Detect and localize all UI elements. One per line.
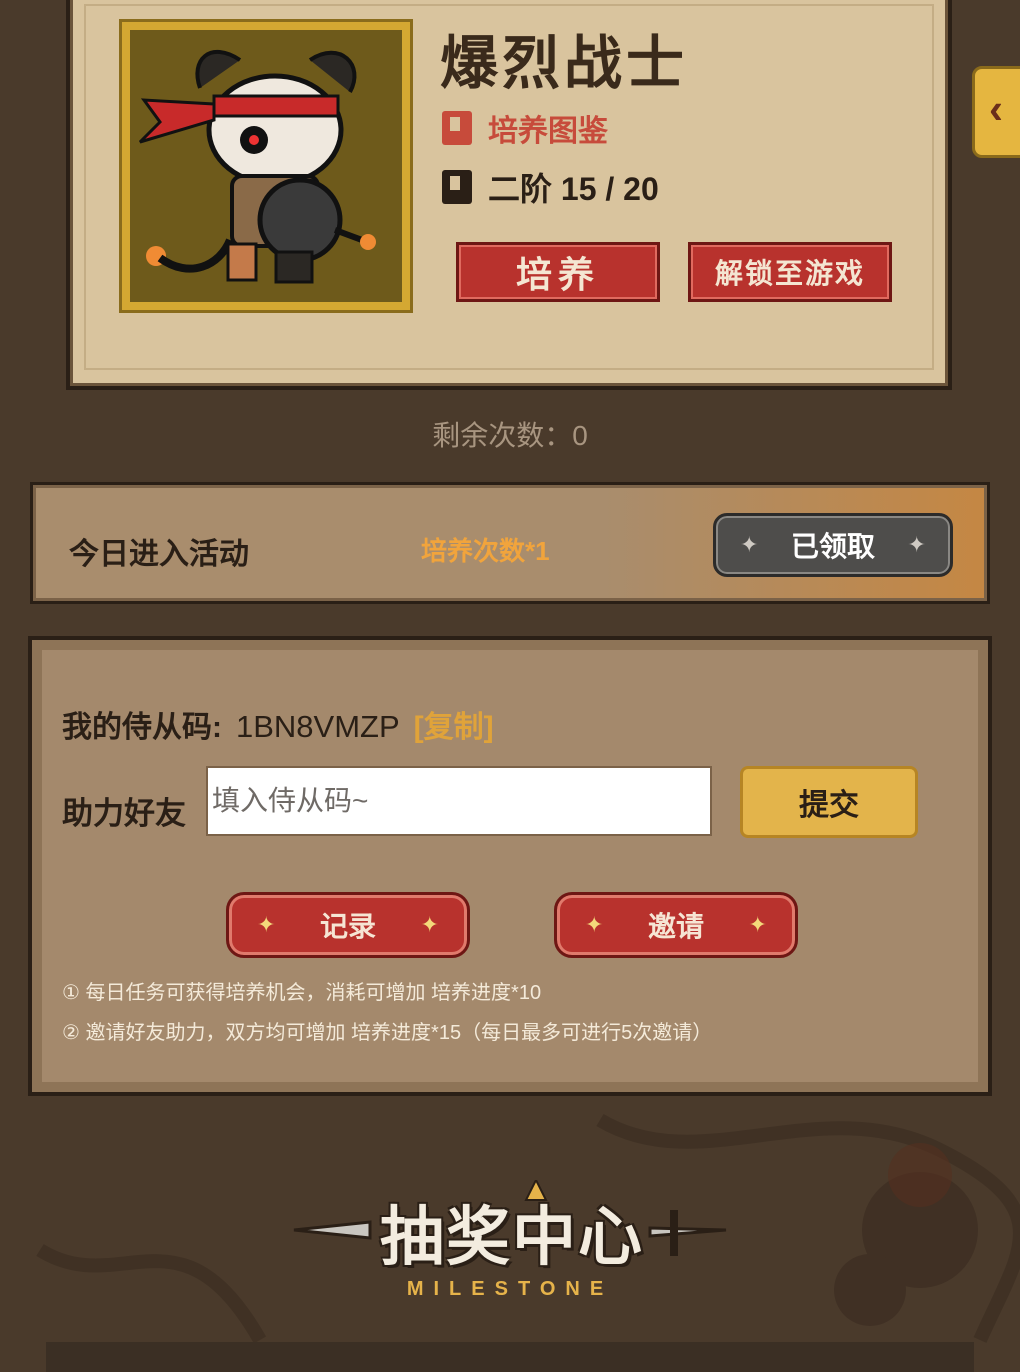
- sparkle-icon: ✦: [257, 912, 276, 937]
- book-icon: [442, 111, 472, 145]
- sparkle-icon: ✦: [420, 912, 439, 937]
- submit-button[interactable]: 提交: [740, 766, 918, 838]
- character-portrait[interactable]: [122, 22, 410, 310]
- invite-button[interactable]: ✦ 邀请 ✦: [554, 892, 798, 958]
- stage-progress: 二阶 15 / 20: [442, 164, 659, 210]
- stage-label: 二阶 15 / 20: [488, 171, 659, 207]
- follower-code-input[interactable]: [206, 766, 712, 836]
- claimed-button[interactable]: ✦ 已领取 ✦: [713, 513, 953, 577]
- chevron-left-icon: ‹: [989, 85, 1003, 132]
- copy-link[interactable]: [复制]: [414, 702, 494, 746]
- follower-panel: 我的侍从码: 1BN8VMZP [复制] 助力好友 提交 ✦ 记录 ✦ ✦ 邀请…: [28, 636, 992, 1096]
- record-button[interactable]: ✦ 记录 ✦: [226, 892, 470, 958]
- rule-note-2: ② 邀请好友助力，双方均可增加 培养进度*15（每日最多可进行5次邀请）: [62, 1022, 713, 1044]
- sparkle-icon: ✦: [585, 912, 604, 937]
- character-name: 爆烈战士: [440, 31, 689, 96]
- activity-title: 今日进入活动: [69, 538, 249, 571]
- logo-subtitle: MILESTONE: [406, 1278, 614, 1300]
- side-tab[interactable]: ‹: [972, 66, 1020, 158]
- codex-link[interactable]: 培养图鉴: [442, 106, 608, 150]
- sparkle-icon: ✦: [907, 532, 926, 557]
- remaining-count: 剩余次数：0: [432, 420, 588, 451]
- lottery-center-logo[interactable]: 抽奖中心 MILESTONE: [290, 1180, 730, 1300]
- codex-label: 培养图鉴: [488, 115, 608, 148]
- rule-note-1: ① 每日任务可获得培养机会，消耗可增加 培养进度*10: [62, 982, 542, 1004]
- logo-title: 抽奖中心: [380, 1201, 644, 1273]
- activity-reward: 培养次数*1: [421, 536, 550, 566]
- book-icon: [442, 170, 472, 204]
- warrior-character-icon: [138, 49, 376, 284]
- bottom-bar: [46, 1342, 974, 1372]
- code-value: 1BN8VMZP: [236, 709, 400, 744]
- cultivate-button[interactable]: 培养: [456, 242, 660, 302]
- help-friend-label: 助力好友: [62, 796, 186, 831]
- invite-label: 邀请: [647, 911, 704, 942]
- hero-card: 爆烈战士 培养图鉴 二阶 15 / 20 培养 解锁至游戏: [66, 0, 952, 390]
- my-follower-code: 我的侍从码: 1BN8VMZP [复制]: [62, 702, 494, 746]
- claimed-label: 已领取: [790, 531, 875, 562]
- daily-activity-row: 今日进入活动 培养次数*1 ✦ 已领取 ✦: [30, 482, 990, 604]
- sparkle-icon: ✦: [740, 532, 759, 557]
- record-label: 记录: [319, 911, 376, 942]
- sparkle-icon: ✦: [748, 912, 767, 937]
- unlock-to-game-button[interactable]: 解锁至游戏: [688, 242, 892, 302]
- code-label: 我的侍从码:: [62, 711, 222, 744]
